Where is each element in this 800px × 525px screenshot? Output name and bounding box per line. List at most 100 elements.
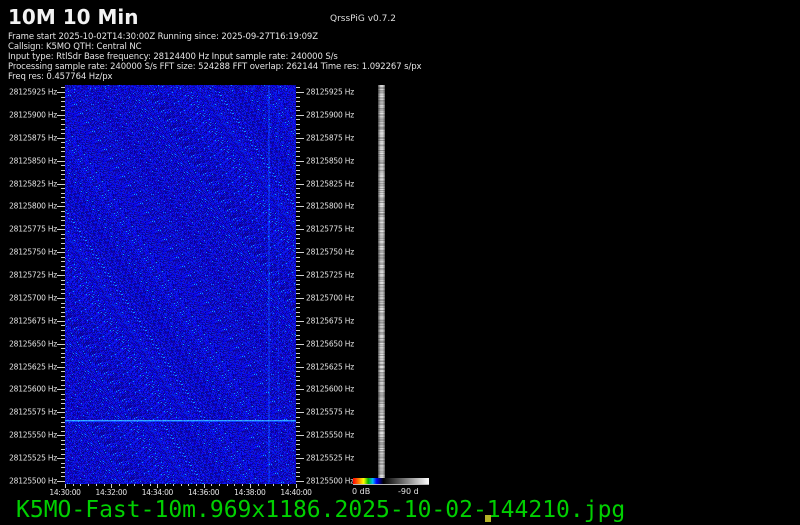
freq-tick xyxy=(61,362,65,363)
freq-tick xyxy=(61,311,65,313)
freq-tick xyxy=(61,462,65,464)
freq-tick xyxy=(296,339,300,341)
freq-tick xyxy=(296,320,304,322)
freq-tick-label: 28125675 Hz xyxy=(9,316,57,326)
freq-tick xyxy=(296,206,304,208)
freq-tick-label: 28125600 Hz xyxy=(306,384,354,394)
time-tick xyxy=(242,484,244,486)
freq-tick xyxy=(61,439,65,441)
freq-tick xyxy=(296,183,304,185)
freq-tick xyxy=(61,339,65,341)
freq-tick xyxy=(296,480,304,482)
freq-tick-label: 28125700 Hz xyxy=(306,293,354,303)
freq-tick xyxy=(57,92,65,93)
freq-tick xyxy=(296,334,300,336)
freq-tick xyxy=(61,325,65,327)
freq-tick xyxy=(296,174,300,176)
freq-tick xyxy=(61,471,65,473)
freq-tick xyxy=(57,366,65,368)
freq-tick xyxy=(61,265,65,267)
time-tick xyxy=(219,484,220,486)
time-tick xyxy=(226,484,228,486)
freq-tick xyxy=(296,462,300,464)
time-tick xyxy=(72,484,74,486)
db-colorbar xyxy=(353,478,429,485)
freq-tick xyxy=(296,215,300,217)
freq-tick xyxy=(296,178,300,180)
freq-tick xyxy=(296,210,300,212)
freq-tick xyxy=(61,380,65,382)
freq-tick xyxy=(61,146,65,148)
app-version: QrssPiG v0.7.2 xyxy=(330,14,396,24)
info-line: Freq res: 0.457764 Hz/px xyxy=(8,72,113,82)
freq-tick xyxy=(296,407,300,409)
freq-tick xyxy=(296,394,300,396)
freq-tick xyxy=(296,366,304,368)
freq-tick xyxy=(296,371,300,373)
freq-tick xyxy=(296,142,300,144)
freq-tick xyxy=(57,343,65,345)
freq-tick xyxy=(61,247,65,249)
freq-tick xyxy=(296,229,304,231)
freq-tick xyxy=(296,416,300,418)
freq-tick xyxy=(61,110,65,112)
freq-tick xyxy=(61,476,65,478)
freq-tick xyxy=(296,435,304,437)
freq-tick xyxy=(61,192,65,194)
freq-tick xyxy=(296,146,300,148)
freq-tick xyxy=(57,160,65,162)
signal-level-meter xyxy=(378,85,385,478)
freq-tick xyxy=(61,270,65,272)
freq-tick xyxy=(61,293,65,295)
freq-tick xyxy=(296,238,300,240)
freq-tick-label: 28125575 Hz xyxy=(306,407,354,417)
freq-tick xyxy=(296,448,300,450)
freq-tick xyxy=(296,421,300,423)
freq-tick xyxy=(296,398,300,400)
time-tick xyxy=(180,484,182,486)
time-tick xyxy=(126,484,128,486)
freq-tick xyxy=(296,233,300,235)
freq-tick xyxy=(296,284,300,286)
freq-tick-label: 28125850 Hz xyxy=(306,156,354,166)
freq-tick xyxy=(61,174,65,176)
freq-tick xyxy=(61,220,65,222)
freq-tick xyxy=(57,229,65,231)
time-tick xyxy=(118,484,120,486)
freq-tick xyxy=(296,137,304,139)
time-tick xyxy=(103,484,105,486)
freq-tick-label: 28125675 Hz xyxy=(306,316,354,326)
freq-tick xyxy=(61,430,65,432)
freq-tick xyxy=(61,403,65,405)
freq-tick xyxy=(61,243,65,245)
time-tick xyxy=(165,484,167,486)
freq-tick xyxy=(296,247,300,249)
freq-tick xyxy=(61,156,65,158)
freq-tick xyxy=(61,178,65,180)
freq-tick xyxy=(296,297,304,299)
freq-tick xyxy=(61,142,65,144)
info-line: Input type: RtlSdr Base frequency: 28124… xyxy=(8,52,338,62)
freq-tick xyxy=(296,110,300,112)
freq-tick xyxy=(61,467,65,469)
qrsspig-grabber-image: 10M 10 Min QrssPiG v0.7.2 Frame start 20… xyxy=(0,0,800,525)
freq-tick xyxy=(57,320,65,322)
freq-tick xyxy=(296,348,300,350)
freq-tick-label: 28125800 Hz xyxy=(306,201,354,211)
freq-tick xyxy=(296,156,300,158)
freq-tick-label: 28125575 Hz xyxy=(9,407,57,417)
freq-tick xyxy=(61,256,65,258)
freq-tick xyxy=(61,101,65,103)
freq-tick xyxy=(296,119,300,121)
freq-tick xyxy=(61,87,65,89)
freq-tick xyxy=(57,206,65,208)
freq-tick xyxy=(296,302,300,304)
freq-tick-label: 28125900 Hz xyxy=(306,110,354,120)
terminal-cursor xyxy=(485,515,491,522)
freq-tick xyxy=(296,114,304,116)
freq-tick-label: 28125550 Hz xyxy=(306,430,354,440)
freq-tick xyxy=(296,343,304,345)
time-tick xyxy=(265,484,267,486)
freq-tick xyxy=(61,215,65,217)
freq-tick xyxy=(57,137,65,139)
